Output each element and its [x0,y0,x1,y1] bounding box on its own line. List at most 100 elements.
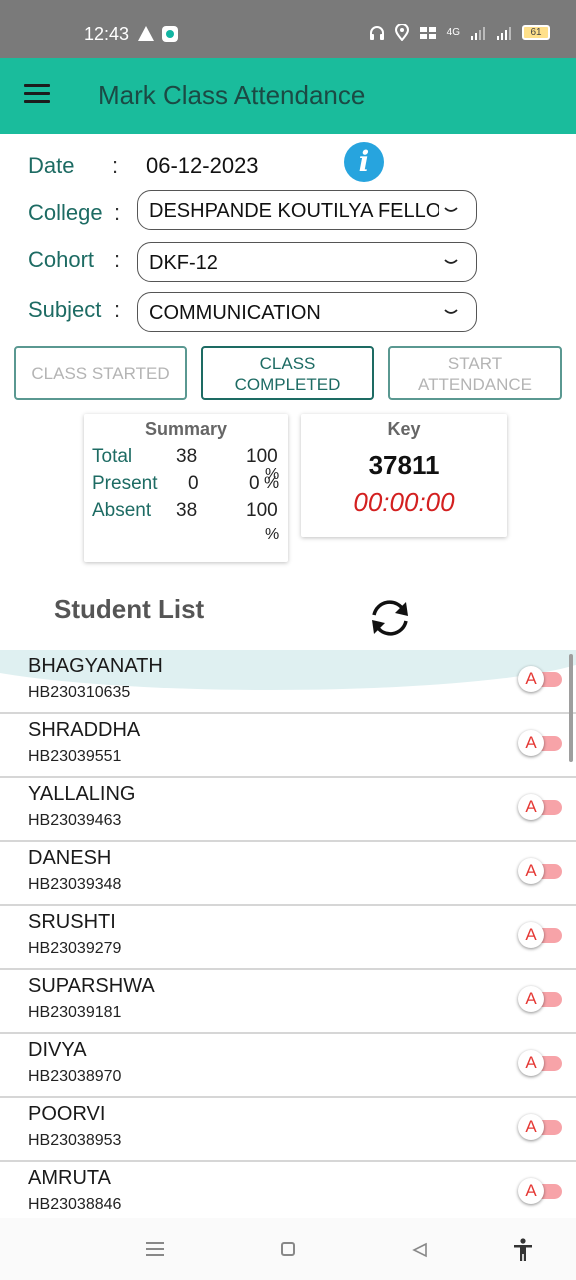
subject-selected-value: COMMUNICATION [149,302,321,324]
summary-present-label: Present [92,473,158,494]
student-id: HB23039279 [28,940,122,957]
student-id: HB23038846 [28,1196,122,1213]
subject-label: Subject [28,297,102,322]
student-id: HB230310635 [28,684,131,701]
location-icon [394,24,409,41]
cohort-label: Cohort [28,247,95,272]
student-id: HB23039348 [28,876,122,893]
list-item[interactable]: SRUSHTI HB23039279 A [0,906,576,970]
signal-icon [497,26,511,40]
summary-present-percent: 0 [249,473,260,494]
attendance-toggle[interactable]: A [518,922,562,948]
student-id: HB23039181 [28,1004,122,1021]
student-id: HB23038970 [28,1068,122,1085]
subject-colon: : [114,297,121,322]
home-icon[interactable] [281,1242,295,1256]
student-id: HB23039463 [28,812,122,829]
attendance-toggle[interactable]: A [518,666,562,692]
date-colon: : [112,153,119,178]
student-name: POORVI [28,1103,106,1125]
student-name: SUPARSHWA [28,975,155,997]
student-name: DIVYA [28,1039,87,1061]
class-completed-button[interactable]: CLASS COMPLETED [201,346,374,400]
toggle-thumb: A [518,794,544,820]
list-item[interactable]: POORVI HB23038953 A [0,1098,576,1162]
start-attendance-button[interactable]: START ATTENDANCE [388,346,562,400]
toggle-thumb: A [518,1050,544,1076]
summary-absent-label: Absent [92,500,152,521]
attendance-toggle[interactable]: A [518,1178,562,1204]
headset-icon [369,25,384,40]
toggle-thumb: A [518,730,544,756]
summary-card: Summary Total 38 100 % Present 0 0 % Abs… [84,414,288,562]
date-label: Date [28,153,75,178]
toggle-thumb: A [518,666,544,692]
attendance-toggle[interactable]: A [518,858,562,884]
student-name: AMRUTA [28,1167,111,1189]
chevron-down-icon [444,259,458,264]
class-completed-label-line1: CLASS [259,354,316,373]
volte-icon [419,26,436,39]
student-list[interactable]: BHAGYANATH HB230310635 A SHRADDHA HB23039551… [0,650,576,1218]
list-item[interactable]: SUPARSHWA HB23039181 A [0,970,576,1034]
student-list-heading: Student List [54,594,205,624]
class-started-button[interactable]: CLASS STARTED [14,346,187,400]
summary-total-label: Total [92,446,133,467]
toggle-thumb: A [518,1114,544,1140]
date-value: 06-12-2023 [146,153,259,178]
recents-icon[interactable] [146,1242,164,1256]
student-name: YALLALING [28,783,136,805]
attendance-toggle[interactable]: A [518,1050,562,1076]
attendance-toggle[interactable]: A [518,986,562,1012]
status-time: 12:43 [84,24,130,44]
college-dropdown[interactable]: DESHPANDE KOUTILYA FELLO... [137,190,477,230]
chat-icon [162,26,178,42]
toggle-thumb: A [518,858,544,884]
student-name: BHAGYANATH [28,655,163,677]
info-icon[interactable]: i [344,142,384,182]
toggle-thumb: A [518,922,544,948]
cohort-colon: : [114,247,121,272]
summary-title: Summary [144,419,228,439]
hamburger-menu-icon[interactable] [24,84,50,104]
app-bar: Mark Class Attendance [0,58,576,134]
warning-icon [138,26,154,41]
refresh-icon[interactable] [366,596,414,640]
signal-4g-icon [471,26,485,40]
student-name: SHRADDHA [28,719,141,741]
subject-dropdown[interactable]: COMMUNICATION [137,292,477,332]
student-id: HB23038953 [28,1132,122,1149]
back-icon[interactable] [412,1242,428,1258]
list-scrollbar[interactable] [569,654,573,762]
summary-total-percent: 100 [246,446,278,467]
student-id: HB23039551 [28,748,122,765]
student-name: DANESH [28,847,112,869]
list-item[interactable]: AMRUTA HB23038846 A [0,1162,576,1218]
chevron-down-icon [444,207,458,212]
start-attendance-label-line1: START [447,354,503,373]
page-title: Mark Class Attendance [98,80,366,110]
accessibility-icon[interactable] [512,1238,534,1262]
battery-icon: 61 [522,25,550,40]
college-selected-value: DESHPANDE KOUTILYA FELLO... [149,200,439,222]
network-type-label: 4G [446,27,460,38]
list-item[interactable]: YALLALING HB23039463 A [0,778,576,842]
cohort-dropdown[interactable]: DKF-12 [137,242,477,282]
list-item[interactable]: BHAGYANATH HB230310635 A [0,650,576,714]
list-item[interactable]: SHRADDHA HB23039551 A [0,714,576,778]
start-attendance-label-line2: ATTENDANCE [418,375,532,394]
summary-absent-percent: 100 [246,500,278,521]
chevron-down-icon [444,309,458,314]
summary-absent-count: 38 [176,500,198,521]
college-colon: : [114,200,121,225]
toggle-thumb: A [518,986,544,1012]
toggle-thumb: A [518,1178,544,1204]
list-item[interactable]: DIVYA HB23038970 A [0,1034,576,1098]
list-item[interactable]: DANESH HB23039348 A [0,842,576,906]
college-label: College [28,200,103,225]
attendance-toggle[interactable]: A [518,794,562,820]
attendance-toggle[interactable]: A [518,730,562,756]
attendance-toggle[interactable]: A [518,1114,562,1140]
key-title: Key [387,419,421,439]
status-bar: 12:43 4G 61 [0,0,576,58]
